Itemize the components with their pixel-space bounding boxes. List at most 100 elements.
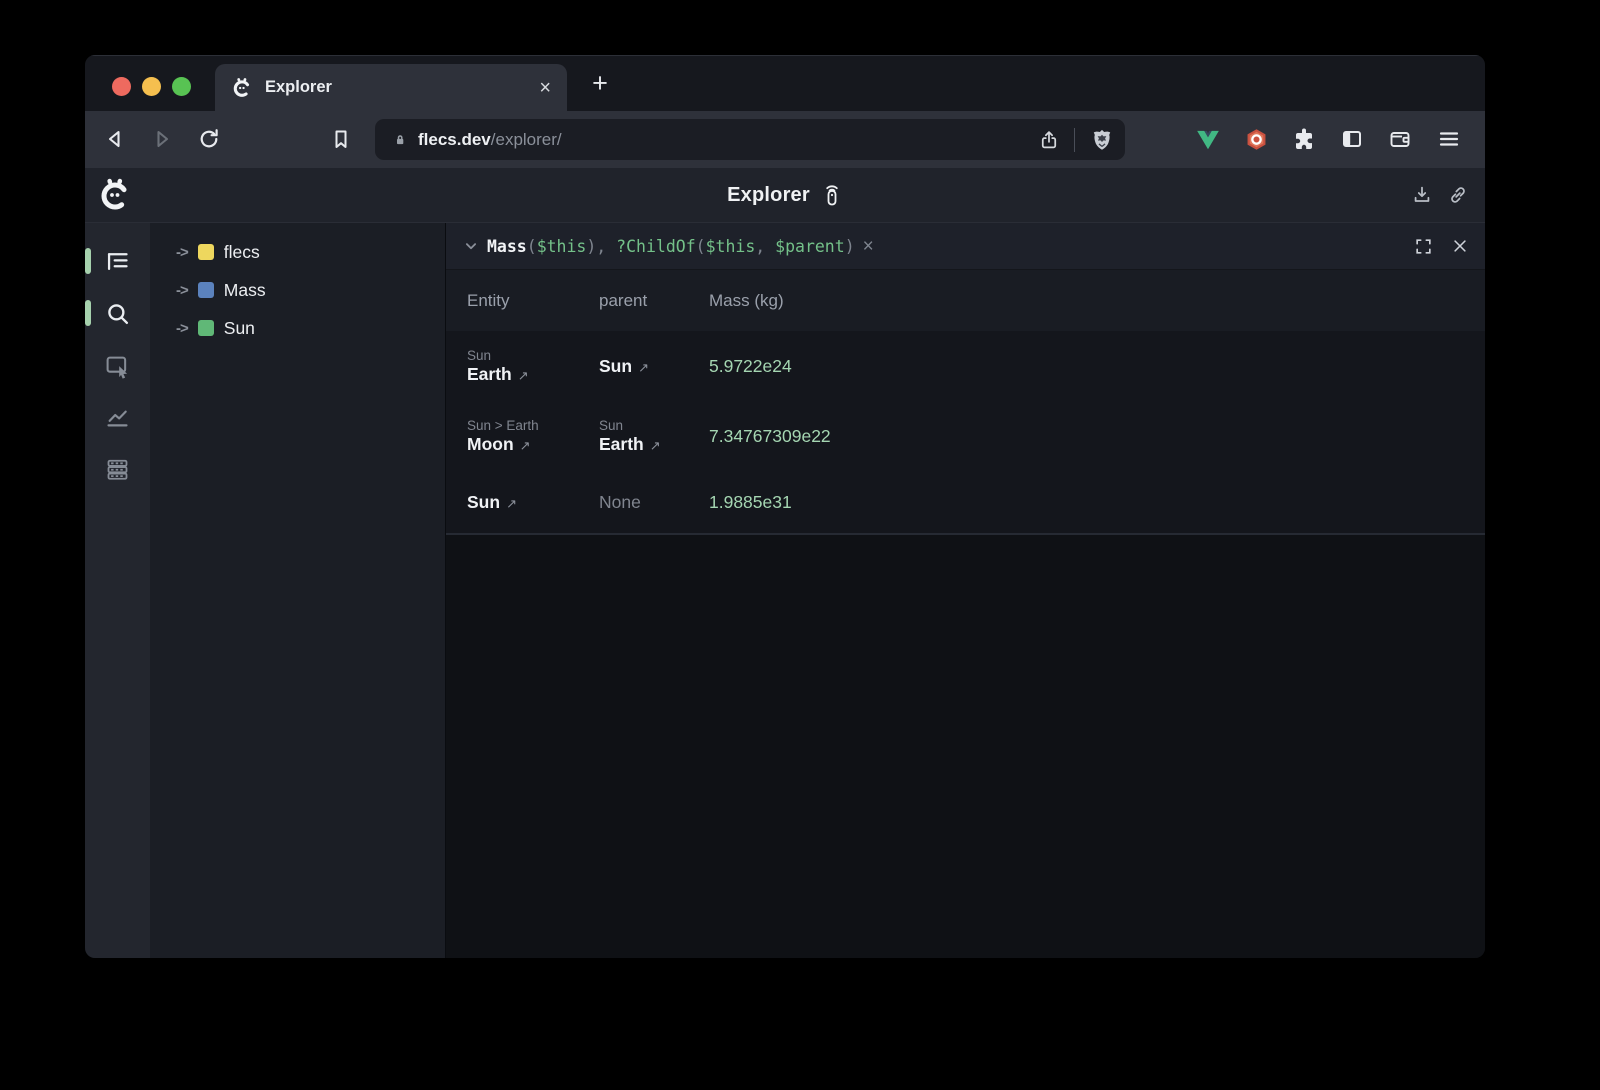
expand-icon[interactable]: -> — [176, 244, 188, 261]
search-icon — [104, 300, 131, 327]
tab-close-button[interactable]: × — [539, 78, 551, 98]
parent-cell: None — [599, 492, 709, 513]
query-token: ( — [696, 237, 706, 256]
rail-memory-button[interactable] — [85, 443, 150, 495]
browser-tab[interactable]: Explorer × — [215, 64, 567, 111]
entity-cell: Sun > EarthMoon↗ — [467, 418, 599, 455]
entity-color-swatch — [198, 244, 214, 260]
expand-icon[interactable]: -> — [176, 282, 188, 299]
page-body: ->flecs->Mass->Sun Mass($this), ?ChildOf… — [85, 223, 1485, 958]
entity-link[interactable]: Sun↗ — [467, 492, 599, 513]
rail-stats-button[interactable] — [85, 391, 150, 443]
entity-color-swatch — [198, 282, 214, 298]
header-actions — [1411, 168, 1469, 222]
bookmark-button[interactable] — [327, 125, 355, 153]
entity-link[interactable]: Earth↗ — [467, 364, 599, 385]
copy-link-icon[interactable] — [1447, 184, 1469, 206]
query-expression[interactable]: Mass($this), ?ChildOf($this, $parent) — [487, 237, 855, 256]
fullscreen-icon[interactable] — [1414, 237, 1433, 256]
tab-strip: Explorer × + — [85, 55, 1485, 111]
minimize-window-button[interactable] — [142, 77, 161, 96]
query-token: , — [755, 237, 775, 256]
table-row: SunEarth↗Sun↗5.9722e24 — [446, 331, 1485, 401]
lock-icon — [391, 131, 409, 149]
extensions-puzzle-icon[interactable] — [1290, 125, 1318, 153]
entity-cell: Sun↗ — [467, 492, 599, 513]
parent-value: None — [599, 492, 709, 513]
query-token: $parent — [775, 237, 845, 256]
tree-item-flecs[interactable]: -> flecs — [150, 233, 445, 271]
query-clear-icon[interactable]: × — [863, 237, 874, 256]
parent-cell: Sun↗ — [599, 356, 709, 377]
entity-path: Sun — [467, 348, 599, 363]
mass-value: 7.34767309e22 — [709, 426, 1485, 447]
brave-shield-icon[interactable] — [1089, 127, 1115, 153]
external-link-arrow-icon: ↗ — [518, 368, 529, 384]
rail-inspector-button[interactable] — [85, 339, 150, 391]
tree-item-sun[interactable]: -> Sun — [150, 309, 445, 347]
zoom-window-button[interactable] — [172, 77, 191, 96]
tree-item-label: flecs — [224, 242, 260, 263]
table-row: Sun > EarthMoon↗SunEarth↗7.34767309e22 — [446, 401, 1485, 471]
entity-cell: SunEarth↗ — [467, 348, 599, 385]
download-icon[interactable] — [1411, 184, 1433, 206]
stats-icon — [104, 404, 131, 431]
flecs-favicon-icon — [231, 77, 253, 99]
query-token: ( — [527, 237, 537, 256]
external-link-arrow-icon: ↗ — [520, 438, 531, 454]
entity-tree-panel: ->flecs->Mass->Sun — [150, 223, 445, 958]
divider — [1074, 128, 1075, 152]
column-header-entity: Entity — [467, 291, 599, 311]
parent-link[interactable]: Sun↗ — [599, 356, 709, 377]
expand-icon[interactable]: -> — [176, 320, 188, 337]
rail-tree-button[interactable] — [85, 235, 150, 287]
wallet-icon[interactable] — [1386, 125, 1414, 153]
new-tab-button[interactable]: + — [585, 69, 615, 99]
menu-icon[interactable] — [1434, 125, 1462, 153]
column-header-parent: parent — [599, 291, 709, 311]
connection-remote-icon[interactable] — [821, 182, 843, 208]
share-icon[interactable] — [1038, 129, 1060, 151]
external-link-arrow-icon: ↗ — [638, 360, 649, 376]
sidebar-rail — [85, 223, 150, 958]
inspector-icon — [104, 352, 131, 379]
url-path: /explorer/ — [491, 130, 562, 150]
entity-path: Sun > Earth — [467, 418, 599, 433]
query-token: ) — [845, 237, 855, 256]
hexagon-extension-icon[interactable] — [1242, 125, 1270, 153]
collapse-chevron-icon[interactable] — [462, 237, 480, 255]
query-canvas: Mass($this), ?ChildOf($this, $parent) × … — [445, 223, 1485, 958]
vue-devtools-icon[interactable] — [1194, 125, 1222, 153]
close-window-button[interactable] — [112, 77, 131, 96]
tree-item-mass[interactable]: ->Mass — [150, 271, 445, 309]
back-button[interactable] — [101, 125, 129, 153]
url-bar[interactable]: flecs.dev /explorer/ — [375, 119, 1125, 160]
parent-link[interactable]: Earth↗ — [599, 434, 709, 455]
column-header-mass: Mass (kg) — [709, 291, 1485, 311]
entity-link[interactable]: Moon↗ — [467, 434, 599, 455]
close-panel-icon[interactable] — [1451, 237, 1469, 255]
tree-icon — [104, 248, 131, 275]
external-link-arrow-icon: ↗ — [650, 438, 661, 454]
rail-search-button[interactable] — [85, 287, 150, 339]
url-domain: flecs.dev — [418, 130, 491, 150]
tree-item-label: Sun — [224, 318, 255, 339]
query-token: $this — [537, 237, 587, 256]
empty-canvas — [446, 535, 1485, 958]
extension-icons — [1194, 125, 1462, 153]
mass-value: 1.9885e31 — [709, 492, 1485, 513]
mass-value: 5.9722e24 — [709, 356, 1485, 377]
query-bar: Mass($this), ?ChildOf($this, $parent) × — [446, 223, 1485, 269]
page-header: Explorer — [85, 168, 1485, 223]
entity-color-swatch — [198, 320, 214, 336]
sidebar-toggle-icon[interactable] — [1338, 125, 1366, 153]
browser-window: Explorer × + flecs.dev — [85, 55, 1485, 958]
query-token: ?ChildOf — [616, 237, 695, 256]
reload-button[interactable] — [195, 125, 223, 153]
page-title: Explorer — [727, 184, 810, 207]
query-token: $this — [706, 237, 756, 256]
forward-button[interactable] — [148, 125, 176, 153]
parent-path: Sun — [599, 418, 709, 433]
external-link-arrow-icon: ↗ — [506, 496, 517, 512]
results-table-header: Entity parent Mass (kg) — [446, 269, 1485, 331]
